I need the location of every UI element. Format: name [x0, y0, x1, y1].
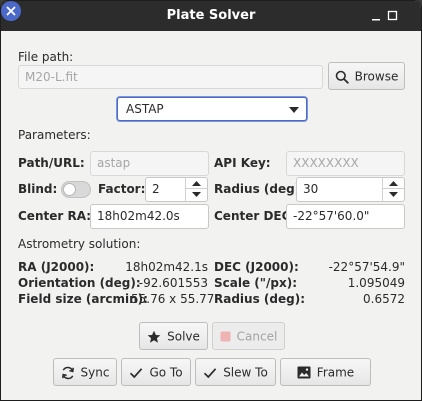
- stop-icon: [220, 331, 231, 342]
- sync-icon: [61, 366, 74, 379]
- file-path-label: File path:: [18, 50, 74, 64]
- scale-label: Scale ("/px):: [214, 276, 298, 290]
- factor-value: 2: [152, 182, 160, 196]
- dec-j2000-label: DEC (J2000):: [214, 260, 299, 274]
- scale-value: 1.095049: [347, 276, 405, 290]
- check-icon: [204, 367, 217, 378]
- factor-increment-button[interactable]: [186, 178, 207, 189]
- center-dec-label: Center DEC:: [214, 209, 296, 223]
- solve-label: Solve: [167, 329, 200, 344]
- solver-select[interactable]: ASTAP: [117, 97, 307, 121]
- ra-j2000-label: RA (J2000):: [18, 260, 95, 274]
- triangle-up-icon: [389, 181, 398, 186]
- radius-spinbox[interactable]: 30: [296, 177, 405, 202]
- browse-label: Browse: [354, 69, 399, 84]
- factor-stepper: [185, 178, 207, 201]
- triangle-up-icon: [192, 181, 201, 186]
- go-to-button[interactable]: Go To: [121, 358, 191, 386]
- orientation-value: -92.601553: [138, 276, 208, 290]
- image-icon: [297, 366, 311, 379]
- frame-label: Frame: [316, 365, 355, 380]
- blind-label: Blind:: [18, 182, 58, 196]
- frame-button[interactable]: Frame: [280, 358, 371, 386]
- solution-radius-value: 0.6572: [363, 292, 405, 306]
- factor-spinbox[interactable]: 2: [145, 177, 208, 202]
- sync-label: Sync: [80, 365, 110, 380]
- path-url-label: Path/URL:: [18, 156, 85, 170]
- slew-to-label: Slew To: [223, 365, 268, 380]
- center-ra-label: Center RA:: [18, 209, 92, 223]
- file-path-input[interactable]: M20-L.fit: [18, 65, 323, 89]
- star-icon: [147, 330, 161, 343]
- maximize-icon: [387, 10, 398, 21]
- browse-button[interactable]: Browse: [328, 62, 405, 90]
- center-dec-input[interactable]: -22°57'60.0": [286, 204, 405, 229]
- search-icon: [335, 70, 349, 84]
- api-key-input[interactable]: XXXXXXXX: [286, 151, 405, 176]
- ra-j2000-value: 18h02m42.1s: [125, 260, 208, 274]
- solution-heading: Astrometry solution:: [18, 237, 141, 251]
- dec-j2000-value: -22°57'54.9": [328, 260, 405, 274]
- triangle-down-icon: [192, 192, 201, 197]
- blind-toggle[interactable]: [61, 181, 91, 198]
- plate-solver-window: Plate Solver File path: M20-L.fit Browse…: [0, 0, 422, 401]
- slew-to-button[interactable]: Slew To: [195, 358, 276, 386]
- factor-label: Factor:: [98, 182, 146, 196]
- path-url-input[interactable]: astap: [90, 151, 209, 176]
- window-title: Plate Solver: [166, 8, 256, 23]
- solve-button[interactable]: Solve: [139, 322, 208, 350]
- go-to-label: Go To: [149, 365, 183, 380]
- triangle-down-icon: [389, 192, 398, 197]
- cancel-button[interactable]: Cancel: [212, 322, 285, 350]
- radius-value: 30: [303, 182, 319, 196]
- radius-stepper: [382, 178, 404, 201]
- title-bar: Plate Solver: [1, 1, 421, 31]
- parameters-heading: Parameters:: [18, 128, 91, 142]
- radius-decrement-button[interactable]: [383, 189, 404, 200]
- blind-toggle-knob: [63, 183, 76, 196]
- radius-label: Radius (deg):: [214, 182, 305, 196]
- orientation-label: Orientation (deg):: [18, 276, 141, 290]
- solver-selected-value: ASTAP: [126, 102, 164, 116]
- check-icon: [130, 367, 143, 378]
- chevron-down-icon: [289, 107, 299, 113]
- center-ra-input[interactable]: 18h02m42.0s: [90, 204, 209, 229]
- cancel-label: Cancel: [236, 329, 278, 344]
- api-key-label: API Key:: [214, 156, 271, 170]
- field-size-value: 55.76 x 55.77: [131, 292, 215, 306]
- field-size-label: Field size (arcmin):: [18, 292, 148, 306]
- solution-radius-label: Radius (deg):: [214, 292, 305, 306]
- factor-decrement-button[interactable]: [186, 189, 207, 200]
- maximize-button[interactable]: [383, 6, 403, 26]
- radius-increment-button[interactable]: [383, 178, 404, 189]
- sync-button[interactable]: Sync: [53, 358, 117, 386]
